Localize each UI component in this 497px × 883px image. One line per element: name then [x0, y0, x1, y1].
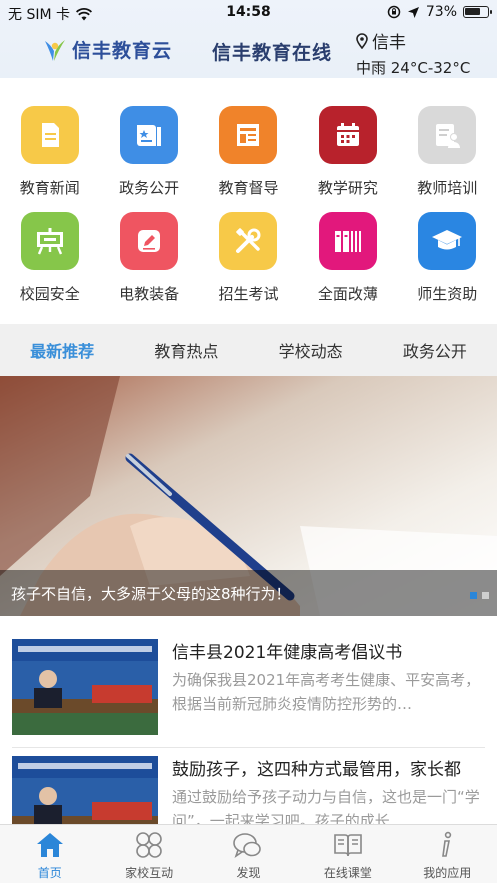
top-area: 无 SIM 卡 14:58 73% 信丰教育云 信丰教育在线 信丰 中雨 24°… [0, 0, 497, 78]
news-title: 信丰县2021年健康高考倡议书 [172, 643, 403, 663]
grid-row: 校园安全 电教装备 招生考试 全面改薄 师生资助 [0, 206, 497, 312]
nav-label: 首页 [37, 866, 62, 880]
grid-label: 教学研究 [317, 179, 378, 197]
clover-icon [136, 832, 162, 858]
news-thumbnail [12, 639, 158, 735]
grid-label: 政务公开 [119, 179, 180, 197]
grid-item-teaching-research[interactable]: 教学研究 [298, 100, 397, 206]
city-name: 信丰 [372, 33, 406, 53]
nav-discover[interactable]: 发现 [199, 825, 298, 883]
carousel-dot[interactable] [482, 592, 489, 599]
grid-item-audio-visual-equipment[interactable]: 电教装备 [99, 206, 198, 312]
battery-percent: 73% [425, 4, 457, 20]
grid-item-comprehensive-improvement[interactable]: 全面改薄 [298, 206, 397, 312]
logo-mark-icon [45, 39, 65, 61]
grid-label: 教育督导 [218, 179, 279, 197]
banner-carousel[interactable]: 孩子不自信，大多源于父母的这8种行为！ [0, 376, 497, 616]
meeting-photo [12, 639, 158, 735]
function-grid: 教育新闻 政务公开 教育督导 教学研究 教师培训 校园安全 电教装备 招生考试 … [0, 100, 497, 312]
open-book-icon [334, 834, 362, 857]
document-icon [41, 123, 59, 147]
tab-school-news[interactable]: 学校动态 [279, 338, 343, 362]
grid-label: 校园安全 [19, 285, 80, 303]
brand-name: 信丰教育云 [72, 40, 173, 62]
grid-label: 全面改薄 [317, 285, 378, 303]
newspaper-icon [237, 124, 260, 146]
location-arrow-icon [407, 6, 419, 18]
news-tabs: 最新推荐 教育热点 学校动态 政务公开 [0, 324, 497, 376]
graduation-cap-icon [432, 230, 463, 250]
teacher-icon [436, 124, 461, 148]
logo[interactable]: 信丰教育云 [42, 36, 172, 63]
bottom-nav: 首页 家校互动 发现 在线课堂 我的应用 [0, 824, 497, 883]
grid-row: 教育新闻 政务公开 教育督导 教学研究 教师培训 [0, 100, 497, 206]
tile-government-affairs [120, 106, 179, 164]
news-summary: 为确保我县2021年高考考生健康、平安高考，根据当前新冠肺炎疫情防控形势的… [172, 671, 481, 713]
tab-latest-recommended[interactable]: 最新推荐 [30, 338, 94, 362]
board-icon [36, 228, 63, 255]
rotation-lock-icon [387, 5, 401, 19]
tile-student-aid [418, 212, 477, 270]
weather-widget[interactable]: 信丰 中雨 24°C-32°C [356, 28, 470, 78]
tile-enrollment-exams [219, 212, 278, 270]
tile-education-supervision [219, 106, 278, 164]
tile-campus-safety [20, 212, 79, 270]
home-icon [36, 833, 63, 857]
battery-fill [465, 8, 481, 15]
news-item[interactable]: 信丰县2021年健康高考倡议书 为确保我县2021年高考考生健康、平安高考，根据… [12, 631, 485, 748]
tab-education-hot[interactable]: 教育热点 [154, 338, 218, 362]
grid-item-student-aid[interactable]: 师生资助 [398, 206, 497, 312]
tile-teaching-research [318, 106, 377, 164]
app-screen: 无 SIM 卡 14:58 73% 信丰教育云 信丰教育在线 信丰 中雨 24°… [0, 0, 497, 883]
location-pin-icon [356, 32, 368, 49]
grid-item-teacher-training[interactable]: 教师培训 [398, 100, 497, 206]
tile-audio-visual-equipment [120, 212, 179, 270]
nav-label: 发现 [236, 866, 261, 880]
status-bar: 无 SIM 卡 14:58 73% [0, 0, 497, 26]
header: 信丰教育云 信丰教育在线 信丰 中雨 24°C-32°C [0, 26, 497, 78]
grid-item-government-affairs[interactable]: 政务公开 [99, 100, 198, 206]
nav-label: 我的应用 [423, 866, 472, 880]
grid-label: 教育新闻 [19, 179, 80, 197]
nav-label: 家校互动 [125, 866, 174, 880]
grid-item-enrollment-exams[interactable]: 招生考试 [199, 206, 298, 312]
grid-label: 教师培训 [417, 179, 478, 197]
weather-condition: 中雨 24°C-32°C [356, 59, 471, 77]
grid-item-education-supervision[interactable]: 教育督导 [199, 100, 298, 206]
pencil-box-icon [138, 230, 161, 252]
grid-label: 招生考试 [218, 285, 279, 303]
news-title: 鼓励孩子，这四种方式最管用，家长都 [172, 760, 461, 780]
nav-home[interactable]: 首页 [0, 825, 99, 883]
books-icon [334, 231, 361, 252]
grid-item-campus-safety[interactable]: 校园安全 [0, 206, 99, 312]
tools-icon [236, 228, 261, 253]
banner-caption: 孩子不自信，大多源于父母的这8种行为！ [0, 570, 497, 616]
info-icon [442, 831, 452, 857]
nav-online-class[interactable]: 在线课堂 [298, 825, 397, 883]
chat-bubbles-icon [233, 833, 262, 858]
carousel-indicator [470, 592, 489, 599]
site-title: 信丰教育在线 [212, 42, 333, 64]
nav-my-apps[interactable]: 我的应用 [398, 825, 497, 883]
status-right: 73% [387, 4, 492, 20]
nav-home-school[interactable]: 家校互动 [99, 825, 198, 883]
tile-education-news [20, 106, 79, 164]
grid-label: 电教装备 [119, 285, 180, 303]
carousel-dot-active[interactable] [470, 592, 477, 599]
grid-item-education-news[interactable]: 教育新闻 [0, 100, 99, 206]
calendar-icon [336, 123, 359, 146]
tab-government-affairs[interactable]: 政务公开 [403, 338, 467, 362]
tile-comprehensive-improvement [318, 212, 377, 270]
book-star-icon [137, 125, 162, 146]
grid-label: 师生资助 [417, 285, 478, 303]
weather-city-row: 信丰 [356, 28, 470, 53]
tile-teacher-training [418, 106, 477, 164]
battery-icon [463, 6, 492, 18]
nav-label: 在线课堂 [323, 866, 372, 880]
